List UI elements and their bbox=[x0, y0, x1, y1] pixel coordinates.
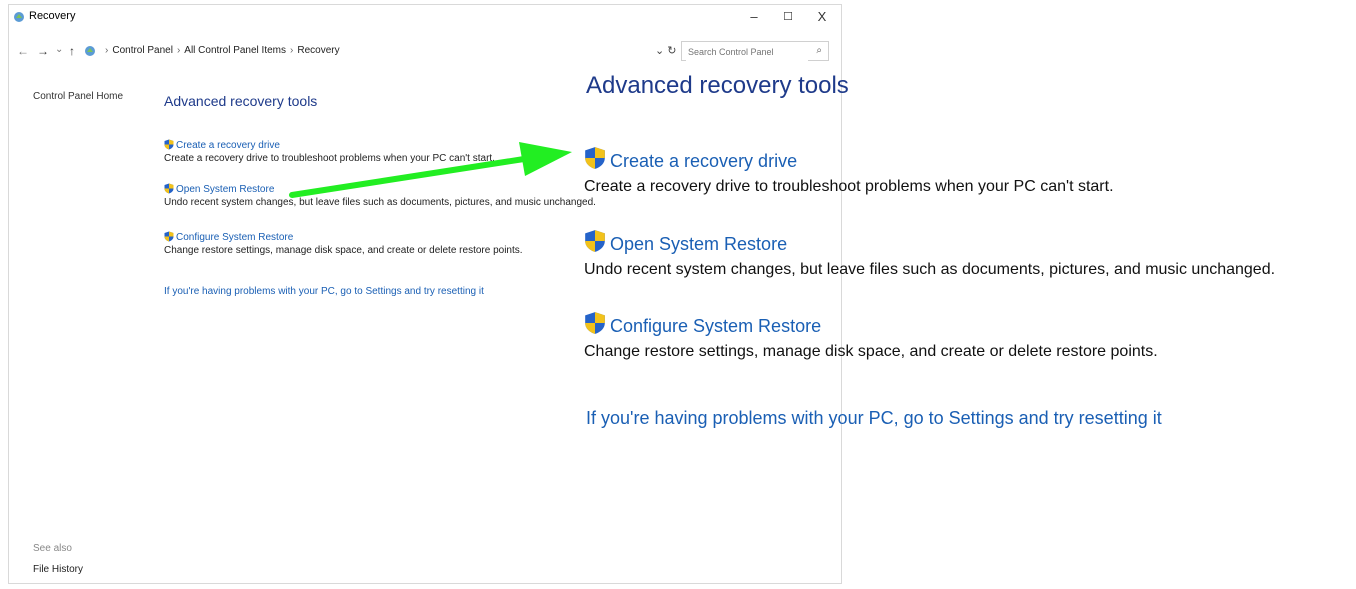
create-recovery-drive-link[interactable]: Create a recovery drive bbox=[164, 139, 495, 151]
create-recovery-drive-desc: Create a recovery drive to troubleshoot … bbox=[164, 153, 495, 164]
breadcrumb-recovery[interactable]: Recovery bbox=[297, 45, 339, 56]
breadcrumb-all-items[interactable]: All Control Panel Items bbox=[184, 45, 286, 56]
breadcrumb-separator: › bbox=[290, 45, 294, 56]
close-button[interactable]: X bbox=[805, 7, 839, 27]
title-bar: Recovery – ☐ X bbox=[9, 5, 841, 29]
uac-shield-icon bbox=[585, 147, 605, 169]
configure-system-restore-desc: Change restore settings, manage disk spa… bbox=[164, 245, 523, 256]
forward-arrow-icon[interactable]: → bbox=[37, 44, 49, 58]
recent-locations-icon[interactable]: ⌄ bbox=[55, 44, 63, 55]
zoom-configure-system-restore-item: Configure System Restore Change restore … bbox=[584, 311, 1158, 361]
back-arrow-icon[interactable]: ← bbox=[17, 44, 29, 58]
uac-shield-icon bbox=[585, 230, 605, 252]
zoom-configure-system-restore-desc: Change restore settings, manage disk spa… bbox=[584, 343, 1158, 360]
open-system-restore-item: Open System Restore Undo recent system c… bbox=[164, 183, 596, 208]
open-system-restore-desc: Undo recent system changes, but leave fi… bbox=[164, 197, 596, 208]
zoom-open-system-restore-desc: Undo recent system changes, but leave fi… bbox=[584, 261, 1276, 278]
zoom-create-recovery-drive-desc: Create a recovery drive to troubleshoot … bbox=[584, 178, 1114, 195]
uac-shield-icon bbox=[164, 183, 174, 194]
breadcrumb-separator: › bbox=[176, 45, 181, 56]
address-bar: ← → ⌄ ↑ › Control Panel › All Control Panel… bbox=[9, 29, 841, 61]
configure-system-restore-link[interactable]: Configure System Restore bbox=[164, 231, 523, 243]
control-panel-icon bbox=[85, 46, 95, 56]
open-system-restore-label[interactable]: Open System Restore bbox=[176, 184, 274, 195]
zoom-configure-system-restore-link[interactable]: Configure System Restore bbox=[584, 311, 1158, 337]
create-recovery-drive-item: Create a recovery drive Create a recover… bbox=[164, 139, 495, 164]
configure-system-restore-label[interactable]: Configure System Restore bbox=[176, 232, 293, 243]
breadcrumb: › Control Panel › All Control Panel Items › R… bbox=[101, 45, 340, 56]
configure-system-restore-item: Configure System Restore Change restore … bbox=[164, 231, 523, 256]
breadcrumb-control-panel[interactable]: Control Panel bbox=[112, 45, 173, 56]
zoom-configure-system-restore-label[interactable]: Configure System Restore bbox=[610, 316, 821, 336]
zoom-open-system-restore-item: Open System Restore Undo recent system c… bbox=[584, 229, 1275, 279]
zoom-create-recovery-drive-label[interactable]: Create a recovery drive bbox=[610, 151, 797, 171]
breadcrumb-separator: › bbox=[105, 45, 109, 56]
zoom-open-system-restore-label[interactable]: Open System Restore bbox=[610, 234, 787, 254]
create-recovery-drive-label[interactable]: Create a recovery drive bbox=[176, 140, 280, 151]
search-box[interactable]: ⌕ bbox=[681, 41, 829, 61]
uac-shield-icon bbox=[585, 312, 605, 334]
zoom-reset-pc-link[interactable]: If you're having problems with your PC, … bbox=[586, 408, 1162, 429]
uac-shield-icon bbox=[164, 231, 174, 242]
reset-pc-link[interactable]: If you're having problems with your PC, … bbox=[164, 286, 484, 297]
window-title: Recovery bbox=[29, 10, 76, 22]
open-system-restore-link[interactable]: Open System Restore bbox=[164, 183, 596, 195]
page-title: Advanced recovery tools bbox=[164, 93, 318, 109]
see-also-label: See also bbox=[33, 543, 72, 554]
search-input[interactable] bbox=[686, 43, 808, 61]
refresh-icon[interactable]: ⌄ ↻ bbox=[655, 44, 677, 57]
zoom-heading: Advanced recovery tools bbox=[586, 72, 849, 99]
zoom-create-recovery-drive-link[interactable]: Create a recovery drive bbox=[584, 146, 1114, 172]
control-panel-home-link[interactable]: Control Panel Home bbox=[33, 91, 123, 102]
minimize-button[interactable]: – bbox=[737, 7, 771, 27]
file-history-link[interactable]: File History bbox=[33, 564, 83, 575]
zoom-open-system-restore-link[interactable]: Open System Restore bbox=[584, 229, 1275, 255]
uac-shield-icon bbox=[164, 139, 174, 150]
up-arrow-icon[interactable]: ↑ bbox=[69, 44, 75, 58]
zoom-create-recovery-drive-item: Create a recovery drive Create a recover… bbox=[584, 146, 1114, 196]
recovery-app-icon bbox=[14, 12, 24, 22]
search-icon[interactable]: ⌕ bbox=[816, 45, 822, 56]
maximize-button[interactable]: ☐ bbox=[771, 7, 805, 27]
